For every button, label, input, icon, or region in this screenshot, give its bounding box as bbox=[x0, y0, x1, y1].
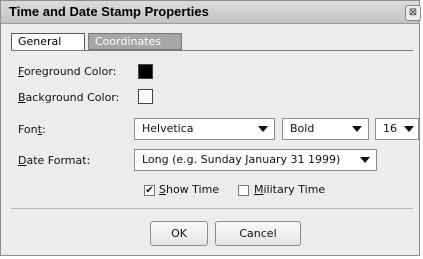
background-mnemonic: B bbox=[18, 91, 26, 104]
date-format-value: Long (e.g. Sunday January 31 1999) bbox=[142, 153, 341, 166]
military-time-checkbox[interactable] bbox=[238, 185, 249, 196]
cancel-button[interactable]: Cancel bbox=[215, 221, 301, 246]
military-time-label[interactable]: Military Time bbox=[254, 183, 325, 196]
close-icon[interactable]: ⊠ bbox=[405, 5, 421, 21]
background-color-label: Background Color: bbox=[18, 91, 119, 104]
font-label-pre: Fon bbox=[18, 123, 38, 136]
foreground-label-text: oreground Color: bbox=[23, 65, 117, 78]
background-label-text: ackground Color: bbox=[25, 91, 120, 104]
date-format-label: Date Format: bbox=[18, 154, 90, 167]
font-style-select[interactable]: Bold bbox=[282, 118, 369, 140]
chevron-down-icon bbox=[352, 126, 362, 132]
chevron-down-icon bbox=[360, 157, 370, 163]
ok-button[interactable]: OK bbox=[150, 221, 208, 246]
font-family-value: Helvetica bbox=[142, 122, 194, 135]
tab-panel-border bbox=[11, 50, 413, 51]
show-time-mnemonic: S bbox=[159, 183, 166, 196]
background-color-swatch[interactable] bbox=[138, 89, 153, 104]
foreground-color-label: Foreground Color: bbox=[18, 65, 116, 78]
military-time-label-text: ilitary Time bbox=[263, 183, 326, 196]
font-label: Font: bbox=[18, 123, 46, 136]
tab-general[interactable]: General bbox=[11, 33, 85, 50]
font-label-rest: : bbox=[41, 123, 46, 136]
title-bar[interactable]: Time and Date Stamp Properties ⊠ bbox=[1, 1, 421, 24]
properties-dialog: Time and Date Stamp Properties ⊠ General… bbox=[0, 0, 421, 256]
show-time-label[interactable]: Show Time bbox=[159, 183, 219, 196]
chevron-down-icon bbox=[404, 126, 414, 132]
show-time-label-text: how Time bbox=[165, 183, 220, 196]
checkmark-icon: ✔ bbox=[145, 185, 154, 196]
font-style-value: Bold bbox=[290, 122, 315, 135]
date-format-select[interactable]: Long (e.g. Sunday January 31 1999) bbox=[134, 149, 377, 171]
font-size-select[interactable]: 16 bbox=[375, 118, 419, 140]
tab-coordinates[interactable]: Coordinates bbox=[88, 33, 182, 50]
dialog-title: Time and Date Stamp Properties bbox=[9, 4, 209, 19]
chevron-down-icon bbox=[258, 126, 268, 132]
font-size-value: 16 bbox=[383, 122, 397, 135]
show-time-checkbox[interactable]: ✔ bbox=[144, 185, 155, 196]
foreground-color-swatch[interactable] bbox=[138, 64, 153, 79]
button-separator bbox=[11, 208, 413, 209]
date-format-label-text: ate Format: bbox=[26, 154, 91, 167]
military-time-mnemonic: M bbox=[254, 183, 264, 196]
font-family-select[interactable]: Helvetica bbox=[134, 118, 275, 140]
